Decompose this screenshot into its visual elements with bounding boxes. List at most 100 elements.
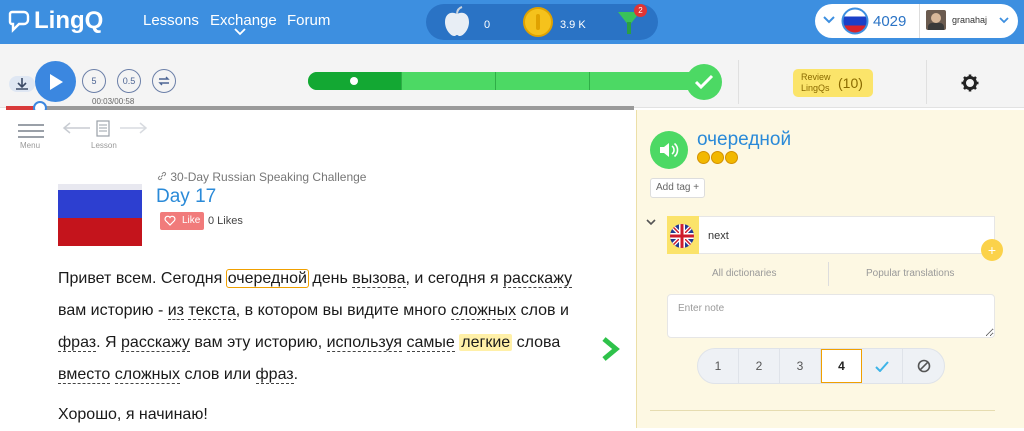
reader-word[interactable]: вызова <box>352 270 406 288</box>
loop-button[interactable] <box>152 69 176 93</box>
reader-word[interactable]: фраз <box>58 334 97 352</box>
apple-count: 0 <box>484 19 491 31</box>
lingq-logo[interactable]: LingQ <box>8 6 103 36</box>
reader-word[interactable]: Привет <box>58 270 111 287</box>
lesson-progress-marker <box>350 77 358 85</box>
reader-word[interactable]: всем <box>116 270 152 287</box>
play-button[interactable] <box>35 61 76 102</box>
lesson-thumbnail[interactable] <box>58 168 142 246</box>
paragraph: Привет всем. Сегодня очередной день вызо… <box>58 263 578 391</box>
rewind-label: 5 <box>91 76 97 86</box>
language-selector[interactable]: 4029 <box>815 4 921 38</box>
russian-flag-icon <box>841 7 869 35</box>
coin-icon <box>711 151 724 164</box>
status-ignore-button[interactable] <box>903 349 944 383</box>
menu-label: Menu <box>20 141 41 150</box>
reader-word[interactable]: сложных <box>450 302 517 320</box>
like-label: Like <box>182 215 201 226</box>
ignore-icon <box>917 359 930 373</box>
reader-word[interactable]: расскажу <box>503 270 573 288</box>
rewind-5-button[interactable]: 5 <box>82 69 106 93</box>
review-label: Review LingQs <box>801 72 831 93</box>
reader-word[interactable]: фраз <box>255 366 294 384</box>
reader-word[interactable]: очередной <box>225 269 309 288</box>
link-icon <box>157 171 167 181</box>
status-2-button[interactable]: 2 <box>739 349 780 383</box>
reader-word[interactable]: Сегодня <box>161 270 222 287</box>
reader-word[interactable]: видите <box>347 302 399 319</box>
chevron-down-icon[interactable] <box>234 28 246 36</box>
reader-word[interactable]: из <box>167 302 184 320</box>
reader-word[interactable]: эту <box>227 334 250 351</box>
reader-word[interactable]: котором <box>258 302 319 319</box>
note-input[interactable] <box>667 294 995 338</box>
term-coins <box>697 151 739 164</box>
menu-icon[interactable] <box>18 123 44 139</box>
lingq-logo-icon <box>8 10 30 33</box>
reader-word[interactable]: Я <box>105 334 117 351</box>
reader-word[interactable]: вам <box>58 302 86 319</box>
gear-icon[interactable] <box>961 74 979 92</box>
divider <box>738 60 739 104</box>
reader-word[interactable]: слова <box>517 334 561 351</box>
complete-lesson-button[interactable] <box>686 64 722 100</box>
review-lingqs-button[interactable]: Review LingQs (10) <box>793 69 873 97</box>
nav-lessons[interactable]: Lessons <box>143 12 199 29</box>
nav-exchange[interactable]: Exchange <box>210 12 277 29</box>
download-icon[interactable] <box>9 74 35 94</box>
tab-popular-translations[interactable]: Popular translations <box>866 268 954 279</box>
reader-word[interactable]: сегодня <box>428 270 486 287</box>
divider <box>650 410 995 411</box>
chevron-down-icon[interactable] <box>646 219 656 226</box>
user-menu[interactable]: granahaj <box>919 4 1018 38</box>
reader-word[interactable]: вместо <box>58 366 111 384</box>
add-meaning-button[interactable]: + <box>981 239 1003 261</box>
reader-word[interactable]: самые <box>406 334 455 352</box>
add-tag-button[interactable]: Add tag + <box>650 178 706 198</box>
reader-word[interactable]: вы <box>323 302 343 319</box>
reader-punct <box>402 334 406 351</box>
reader-word[interactable]: много <box>403 302 446 319</box>
chevron-down-icon <box>999 17 1009 24</box>
next-page-arrow-icon[interactable] <box>600 336 622 362</box>
reader-word[interactable]: текста <box>188 302 236 320</box>
reader-punct: , <box>317 334 327 351</box>
coin-icon <box>523 7 553 37</box>
reader-word[interactable]: историю <box>255 334 318 351</box>
lesson-progress-divider <box>495 72 496 90</box>
status-3-button[interactable]: 3 <box>780 349 821 383</box>
pronounce-button[interactable] <box>650 131 688 169</box>
lesson-progress-bar[interactable] <box>308 72 708 90</box>
playback-time: 00:03/00:58 <box>92 97 135 106</box>
reader-word[interactable]: я <box>490 270 499 287</box>
reader-word[interactable]: слов <box>184 366 219 383</box>
reader-punct: , <box>235 302 245 319</box>
speed-button[interactable]: 0.5 <box>117 69 141 93</box>
status-4-button[interactable]: 4 <box>821 349 862 383</box>
reader-punct: . <box>293 366 299 383</box>
reader-word[interactable]: и <box>560 302 569 319</box>
reader-punct: . <box>96 334 106 351</box>
reader-word[interactable]: легкие <box>459 334 513 351</box>
course-link[interactable]: 30-Day Russian Speaking Challenge <box>157 170 366 184</box>
heart-icon <box>164 215 176 226</box>
reader-word[interactable]: слов <box>521 302 556 319</box>
reader-word[interactable]: в <box>245 302 254 319</box>
reader-word[interactable]: расскажу <box>121 334 190 352</box>
reader-word[interactable]: или <box>224 366 251 383</box>
apple-icon <box>445 6 469 36</box>
tab-all-dictionaries[interactable]: All dictionaries <box>712 268 776 279</box>
status-1-button[interactable]: 1 <box>698 349 739 383</box>
reader-word[interactable]: используя <box>326 334 403 352</box>
divider <box>828 262 829 286</box>
reader-word[interactable]: вам <box>194 334 222 351</box>
like-button[interactable]: Like <box>160 212 204 230</box>
course-title: 30-Day Russian Speaking Challenge <box>170 170 367 184</box>
streak-badge: 2 <box>634 4 647 17</box>
lesson-navigation[interactable] <box>62 120 150 140</box>
nav-forum[interactable]: Forum <box>287 12 330 29</box>
reader-word[interactable]: день <box>312 270 347 287</box>
reader-word[interactable]: сложных <box>114 366 180 384</box>
reader-word[interactable]: историю <box>91 302 154 319</box>
status-known-button[interactable] <box>862 349 903 383</box>
